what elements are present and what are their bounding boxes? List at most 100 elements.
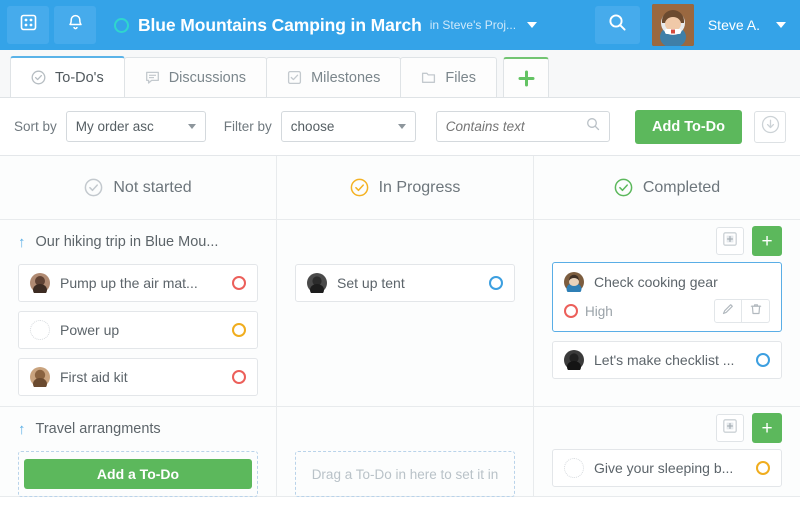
add-tab-button[interactable] [503, 57, 549, 97]
add-todo-button[interactable]: Add To-Do [634, 109, 742, 144]
tab-label: Discussions [168, 69, 247, 86]
group-in-progress-2: Drag a To-Do in here to set it in [277, 407, 533, 497]
task-title: Give your sleeping b... [594, 460, 734, 476]
check-circle-green-icon [614, 178, 633, 197]
status-badge[interactable] [756, 461, 770, 475]
status-badge[interactable] [756, 353, 770, 367]
avatar [30, 367, 50, 390]
task-title: Check cooking gear [594, 274, 718, 290]
column-title: In Progress [378, 178, 461, 196]
project-title-area[interactable]: Blue Mountains Camping in March in Steve… [114, 0, 595, 50]
tab-todos[interactable]: To-Do's [10, 56, 125, 97]
notifications-button[interactable] [54, 6, 96, 44]
download-circle-icon [761, 115, 780, 139]
status-badge[interactable] [489, 276, 503, 290]
column-completed: Completed + Check cooking gear High Let'… [534, 156, 800, 497]
sort-value: My order asc [75, 119, 154, 134]
task-card[interactable]: Power up [18, 311, 258, 349]
task-card[interactable]: Set up tent [295, 264, 515, 302]
task-card[interactable]: First aid kit [18, 358, 258, 396]
avatar [564, 272, 584, 295]
add-to-box-icon [722, 418, 738, 439]
group-completed-1: + Check cooking gear High Let's make che… [534, 220, 800, 407]
add-to-box-button[interactable] [716, 414, 744, 442]
chevron-down-icon[interactable] [527, 22, 538, 28]
bell-icon [67, 14, 84, 37]
task-dropzone[interactable]: Drag a To-Do in here to set it in [295, 451, 515, 497]
selected-card-title-row: Check cooking gear [564, 272, 770, 295]
check-circle-orange-icon [350, 178, 369, 197]
tab-files[interactable]: Files [400, 57, 497, 97]
add-task-button[interactable]: + [752, 226, 782, 256]
delete-task-button[interactable] [742, 299, 770, 323]
tab-discussions[interactable]: Discussions [123, 57, 268, 97]
edit-task-button[interactable] [714, 299, 742, 323]
chevron-down-icon [397, 124, 406, 129]
tab-label: To-Do's [55, 69, 104, 86]
group-title: Our hiking trip in Blue Mou... [35, 234, 219, 250]
tab-label: Files [445, 69, 476, 86]
group-header-spacer [295, 220, 515, 264]
chevron-down-icon [187, 124, 196, 129]
task-card-selected[interactable]: Check cooking gear High [552, 262, 782, 332]
tab-label: Milestones [311, 69, 381, 86]
sort-select[interactable]: My order asc [65, 111, 206, 142]
tab-milestones[interactable]: Milestones [266, 57, 402, 97]
status-badge[interactable] [232, 370, 246, 384]
header-right: Steve A. [594, 0, 800, 50]
task-card[interactable]: Give your sleeping b... [552, 449, 782, 487]
filter-by-label: Filter by [223, 119, 272, 134]
task-title: Pump up the air mat... [60, 275, 198, 291]
task-title: Set up tent [337, 275, 405, 291]
add-todo-dropzone[interactable]: Add a To-Do [18, 451, 258, 497]
card-action-group [714, 299, 770, 323]
task-title: Let's make checklist ... [594, 352, 735, 368]
group-header[interactable]: ↑ Our hiking trip in Blue Mou... [18, 220, 258, 264]
column-header-not-started: Not started [0, 156, 276, 220]
add-task-button[interactable]: + [752, 413, 782, 443]
column-header-in-progress: In Progress [277, 156, 533, 220]
priority-label: High [585, 303, 613, 319]
filter-value: choose [290, 119, 335, 134]
search-input[interactable] [445, 119, 586, 134]
status-badge[interactable] [232, 276, 246, 290]
add-to-box-button[interactable] [716, 227, 744, 255]
check-circle-grey-icon [84, 178, 103, 197]
avatar-placeholder-icon [30, 320, 50, 340]
apps-grid-button[interactable] [7, 6, 49, 44]
kanban-board: Not started ↑ Our hiking trip in Blue Mo… [0, 156, 800, 497]
download-button[interactable] [754, 110, 786, 143]
avatar-placeholder-icon [564, 458, 584, 478]
status-badge[interactable] [232, 323, 246, 337]
add-a-todo-button[interactable]: Add a To-Do [24, 459, 252, 489]
user-menu[interactable]: Steve A. [708, 0, 800, 50]
group-header[interactable]: ↑ Travel arrangments [18, 407, 258, 451]
group-in-progress-1: Set up tent [277, 220, 533, 407]
search-input-wrap[interactable] [435, 111, 610, 142]
chevron-down-icon[interactable] [776, 22, 786, 28]
search-icon [608, 13, 627, 37]
group-title: Travel arrangments [35, 421, 161, 437]
group-header-spacer [295, 407, 515, 451]
tab-bar: To-Do's Discussions Milestones Files [0, 50, 800, 98]
comment-icon [145, 70, 160, 85]
avatar [564, 350, 584, 373]
pencil-icon [721, 302, 735, 321]
avatar[interactable] [651, 4, 694, 46]
filter-toolbar: Sort by My order asc Filter by choose Ad… [0, 98, 800, 156]
search-button[interactable] [594, 6, 640, 44]
filter-select[interactable]: choose [280, 111, 416, 142]
page-title: Blue Mountains Camping in March [138, 14, 422, 35]
checkbox-icon [287, 70, 302, 85]
task-card[interactable]: Pump up the air mat... [18, 264, 258, 302]
project-breadcrumb: in Steve's Proj... [429, 18, 517, 32]
add-to-box-icon [722, 231, 738, 252]
priority-ring-icon [564, 304, 578, 318]
task-title: Power up [60, 322, 120, 338]
group-actions: + [552, 220, 782, 262]
column-title: Completed [642, 178, 721, 196]
priority-badge: High [564, 304, 613, 319]
search-icon [586, 117, 600, 136]
column-in-progress: In Progress Set up tent Drag a To-Do in [276, 156, 534, 497]
task-card[interactable]: Let's make checklist ... [552, 341, 782, 379]
